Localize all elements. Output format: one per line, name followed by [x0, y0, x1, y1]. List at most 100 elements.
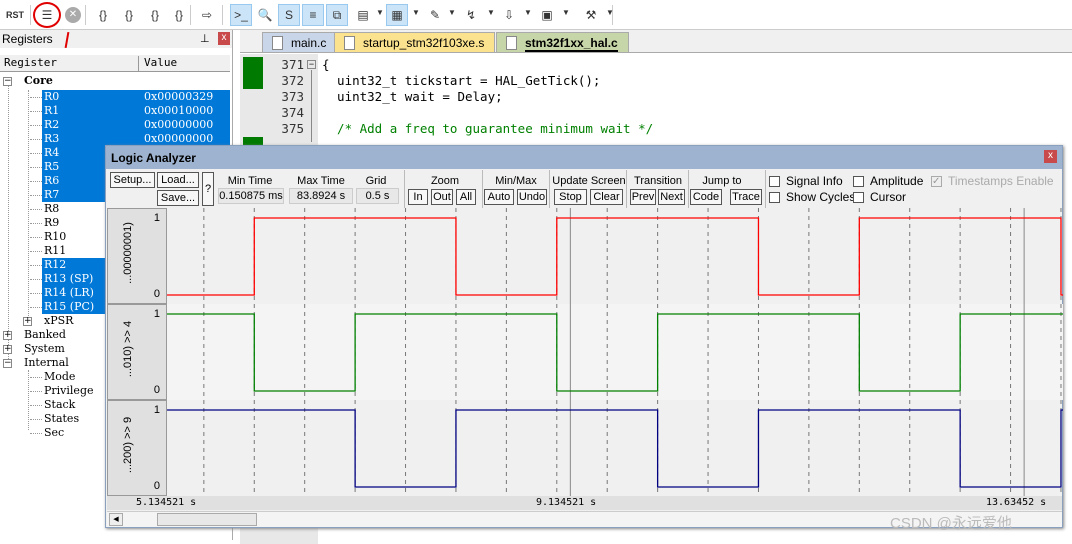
toolbar-show-next-statement-button[interactable]: ⇨ — [196, 4, 218, 26]
dropdown-arrow-icon[interactable]: ▼ — [524, 8, 532, 17]
dropdown-arrow-icon[interactable]: ▼ — [487, 8, 495, 17]
toolbar-serial-window-button[interactable]: ✎ — [424, 4, 446, 26]
dropdown-arrow-icon[interactable]: ▼ — [448, 8, 456, 17]
register-r5[interactable]: R5 — [44, 160, 60, 174]
stop-button[interactable]: Stop — [554, 189, 587, 205]
code-line[interactable]: /* Add a freq to guarantee minimum wait … — [322, 121, 653, 137]
toolbar-step-into-button[interactable]: {} — [92, 4, 114, 26]
load-button[interactable]: Load... — [157, 172, 199, 188]
tree-group-core[interactable]: Core — [24, 74, 53, 88]
code-button[interactable]: Code — [690, 189, 722, 205]
dropdown-arrow-icon[interactable]: ▼ — [412, 8, 420, 17]
close-icon[interactable]: x — [1044, 150, 1057, 163]
register-r3[interactable]: R3 — [44, 132, 60, 146]
toolbar-symbols-window-button[interactable]: S — [278, 4, 300, 26]
clear-button[interactable]: Clear — [590, 189, 623, 205]
trace-button[interactable]: Trace — [730, 189, 762, 205]
toolbar-disassembly-window-button[interactable]: 🔍 — [254, 4, 276, 26]
fold-icon[interactable]: − — [307, 60, 316, 69]
toolbar-step-out-button[interactable]: {} — [144, 4, 166, 26]
tree-item-mode[interactable]: Mode — [44, 370, 75, 384]
register-r2-value[interactable]: 0x00000000 — [144, 118, 214, 132]
tab-startup_stm32f103xe-s[interactable]: startup_stm32f103xe.s — [334, 32, 496, 52]
signal-label-1[interactable]: ...00000001) 1 0 — [107, 208, 167, 304]
register-r6[interactable]: R6 — [44, 174, 60, 188]
code-line[interactable]: uint32_t wait = Delay; — [322, 89, 503, 105]
register-r11[interactable]: R11 — [44, 244, 66, 258]
toolbar-registers-window-button[interactable]: ≡ — [302, 4, 324, 26]
register-r1[interactable]: R1 — [44, 104, 60, 118]
tree-item-states[interactable]: States — [44, 412, 79, 426]
toolbar-command-window-button[interactable]: >_ — [230, 4, 252, 26]
register-r9[interactable]: R9 — [44, 216, 59, 230]
toolbar-reset-button[interactable]: RST — [4, 4, 26, 26]
toolbar-trace-window-button[interactable]: ⇩ — [498, 4, 520, 26]
register-r4[interactable]: R4 — [44, 146, 60, 160]
tree-item-sec[interactable]: Sec — [44, 426, 64, 440]
help-button[interactable]: ? — [202, 172, 214, 206]
toolbar-system-viewer-button[interactable]: ▣ — [536, 4, 558, 26]
zoom-in-button[interactable]: In — [408, 189, 428, 205]
dropdown-arrow-icon[interactable]: ▼ — [562, 8, 570, 17]
code-line[interactable]: { — [322, 57, 330, 73]
register-r7[interactable]: R7 — [44, 188, 60, 202]
close-icon[interactable]: x — [218, 32, 230, 45]
register-r0[interactable]: R0 — [44, 90, 60, 104]
timestamps-checkbox[interactable]: ✓ — [931, 176, 942, 187]
register-r1-value[interactable]: 0x00010000 — [144, 104, 214, 118]
tree-item-stack[interactable]: Stack — [44, 398, 75, 412]
toolbar-call-stack-button[interactable]: ⧉ — [326, 4, 348, 26]
collapse-icon[interactable]: − — [3, 359, 12, 368]
save-button[interactable]: Save... — [157, 190, 199, 206]
register-r14[interactable]: R14 (LR) — [44, 286, 94, 300]
signal-label-2[interactable]: ...010) >> 4 1 0 — [107, 304, 167, 400]
waveform-plot[interactable] — [167, 208, 1063, 496]
undo-button[interactable]: Undo — [517, 189, 547, 205]
toolbar-step-over-button[interactable]: {} — [118, 4, 140, 26]
prev-button[interactable]: Prev — [630, 189, 656, 205]
zoom-all-button[interactable]: All — [456, 189, 476, 205]
tree-group-system[interactable]: System — [24, 342, 65, 356]
tree-group-banked[interactable]: Banked — [24, 328, 66, 342]
register-r15[interactable]: R15 (PC) — [44, 300, 95, 314]
scrollbar-thumb[interactable] — [157, 513, 257, 526]
tab-stm32f1xx_hal-c[interactable]: stm32f1xx_hal.c — [496, 32, 629, 52]
register-r10[interactable]: R10 — [44, 230, 66, 244]
zoom-out-button[interactable]: Out — [431, 189, 453, 205]
cursor-checkbox[interactable] — [853, 192, 864, 203]
tree-item-privilege[interactable]: Privilege — [44, 384, 94, 398]
register-r2[interactable]: R2 — [44, 118, 60, 132]
signal-label-3[interactable]: ...200) >> 9 1 0 — [107, 400, 167, 496]
collapse-icon[interactable]: − — [3, 77, 12, 86]
pin-icon[interactable]: ⊥ — [200, 32, 210, 45]
toolbar-analysis-window-button[interactable]: ↯ — [460, 4, 482, 26]
column-register[interactable]: Register — [4, 56, 57, 69]
toolbar-watch-window-button[interactable]: ▤ — [352, 4, 374, 26]
dropdown-arrow-icon[interactable]: ▼ — [606, 8, 614, 17]
column-value[interactable]: Value — [138, 56, 177, 72]
setup-button[interactable]: Setup... — [110, 172, 155, 188]
toolbar-memory-window-button[interactable]: ▦ — [386, 4, 408, 26]
code-line[interactable]: uint32_t tickstart = HAL_GetTick(); — [322, 73, 600, 89]
tab-main-c[interactable]: main.c — [262, 32, 338, 52]
toolbar-stop-button[interactable]: ✕ — [62, 4, 84, 26]
toolbar-run-to-cursor-button[interactable]: {} — [168, 4, 190, 26]
tree-item-xpsr[interactable]: xPSR — [44, 314, 73, 328]
amplitude-checkbox[interactable] — [853, 176, 864, 187]
expand-icon[interactable]: + — [3, 331, 12, 340]
scroll-left-icon[interactable]: ◀ — [109, 513, 123, 526]
dropdown-arrow-icon[interactable]: ▼ — [376, 8, 384, 17]
toolbar-toolbox-button[interactable]: ⚒ — [580, 4, 602, 26]
tree-group-internal[interactable]: Internal — [24, 356, 69, 370]
register-r8[interactable]: R8 — [44, 202, 59, 216]
expand-icon[interactable]: + — [23, 317, 32, 326]
expand-icon[interactable]: + — [3, 345, 12, 354]
next-button[interactable]: Next — [658, 189, 685, 205]
register-r3-value[interactable]: 0x00000000 — [144, 132, 214, 146]
show-cycles-checkbox[interactable] — [769, 192, 780, 203]
auto-button[interactable]: Auto — [484, 189, 514, 205]
register-r12[interactable]: R12 — [44, 258, 67, 272]
signal-info-checkbox[interactable] — [769, 176, 780, 187]
register-r13[interactable]: R13 (SP) — [44, 272, 94, 286]
register-r0-value[interactable]: 0x00000329 — [144, 90, 214, 104]
